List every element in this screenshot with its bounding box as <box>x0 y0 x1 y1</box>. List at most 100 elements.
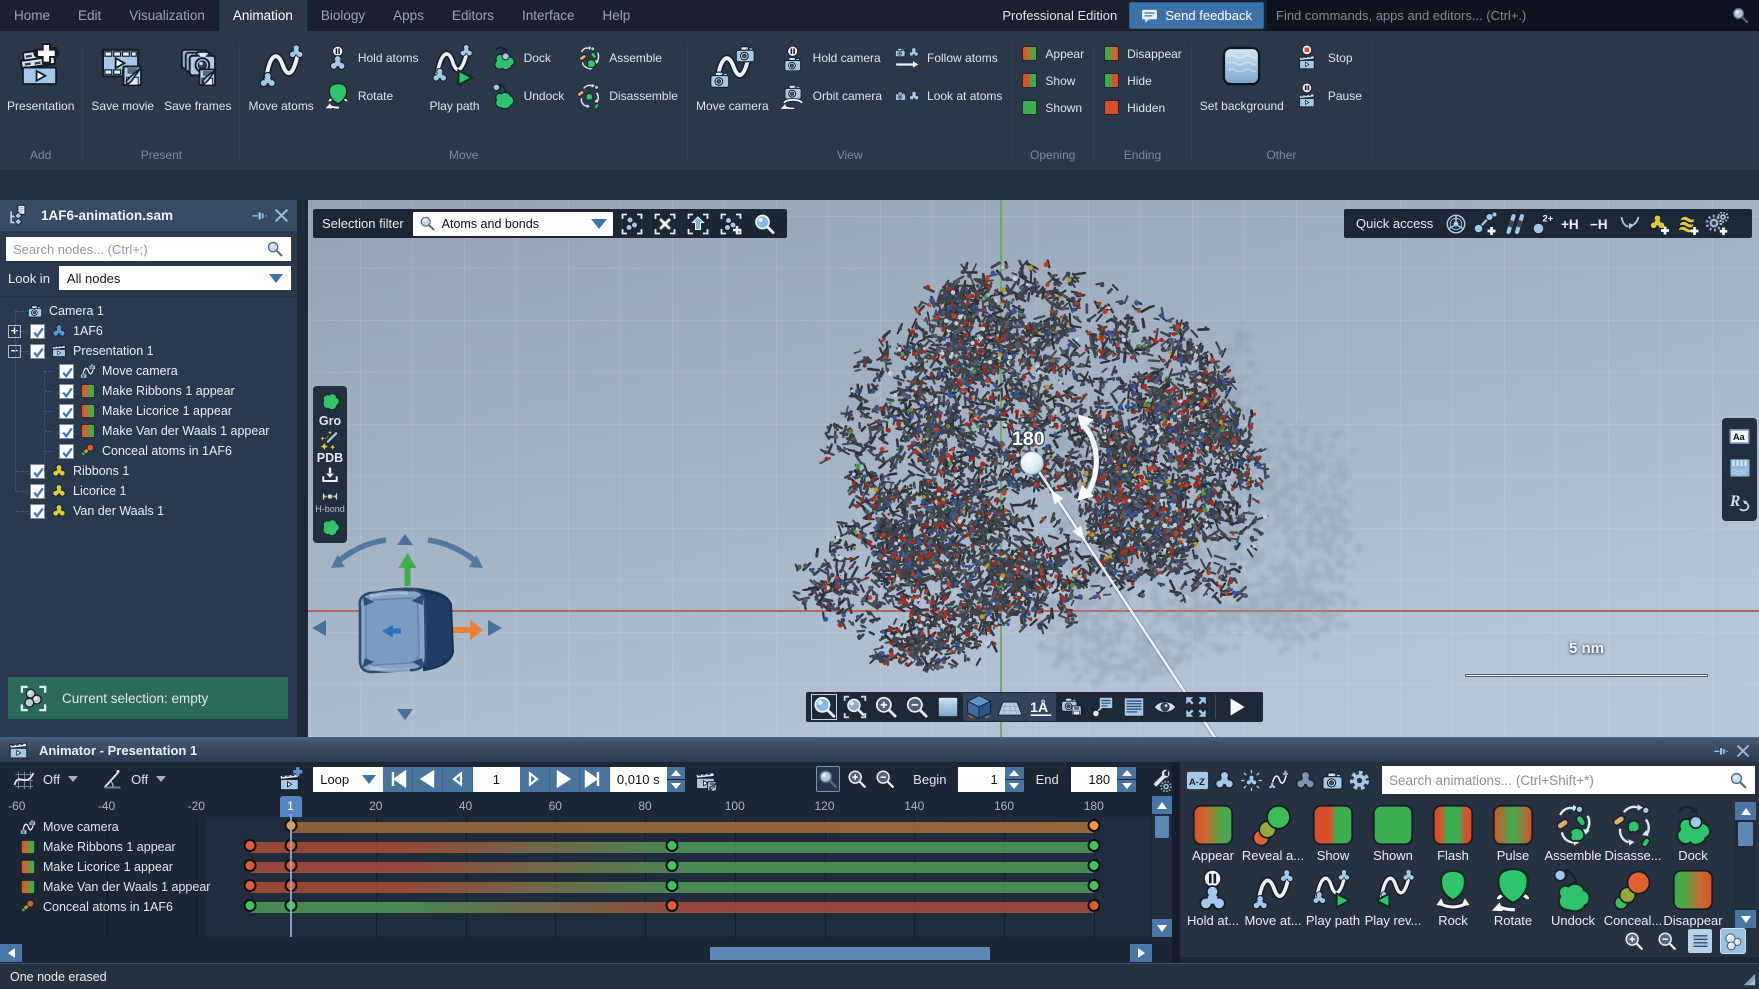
play-animation-button[interactable] <box>1220 693 1251 721</box>
effect-show[interactable]: Show <box>1303 803 1363 863</box>
parallel-bonds-button[interactable] <box>1500 210 1528 237</box>
visibility-button[interactable] <box>1149 693 1180 721</box>
timeline-hscrollbar[interactable] <box>0 943 1152 963</box>
deselect-button[interactable] <box>652 210 679 237</box>
ribbon-button-follow-atoms[interactable]: Follow atoms <box>894 45 1002 71</box>
add-selection-button[interactable] <box>718 210 745 237</box>
begin-spin-buttons[interactable] <box>1005 767 1024 792</box>
effect-rock[interactable]: Rock <box>1423 868 1483 928</box>
settings-gear-button[interactable] <box>1346 767 1372 793</box>
ribbon-button-presentation[interactable]: Presentation <box>2 41 79 115</box>
ribbon-button-assemble[interactable]: Assemble <box>576 45 678 71</box>
ribbon-button-stop[interactable]: Stop <box>1295 45 1362 71</box>
effect-appear[interactable]: Appear <box>1183 803 1243 863</box>
snap-angle-icon[interactable] <box>100 767 124 791</box>
node-search-input[interactable]: Search nodes... (Ctrl+;) <box>6 237 291 261</box>
frame-time-spinner[interactable]: 0,010 s <box>610 767 667 792</box>
timeline-track-make-ribbons-1-appear[interactable]: Make Ribbons 1 appear <box>0 837 176 857</box>
movie-settings-icon[interactable] <box>693 766 720 793</box>
timeline-track-make-licorice-1-appear[interactable]: Make Licorice 1 appear <box>0 857 173 877</box>
timeline-vscrollbar[interactable] <box>1152 796 1172 937</box>
effect-undock[interactable]: Undock <box>1543 868 1603 928</box>
send-feedback-button[interactable]: Send feedback <box>1129 2 1264 29</box>
tree-checkbox[interactable] <box>30 324 45 339</box>
ribbon-button-undock[interactable]: Undock <box>491 83 565 109</box>
effect-conceal[interactable]: Conceal... <box>1603 868 1663 928</box>
tree-checkbox[interactable] <box>59 424 74 439</box>
spin-down-button[interactable] <box>1117 780 1136 792</box>
effect-shown[interactable]: Shown <box>1363 803 1423 863</box>
add-hydrogens-button[interactable] <box>1558 210 1586 237</box>
blob-tool-icon[interactable] <box>319 517 342 539</box>
end-spin-buttons[interactable] <box>1117 767 1136 792</box>
ribbon-button-appear[interactable]: Appear <box>1021 43 1084 64</box>
az-sort-button[interactable] <box>1184 767 1210 793</box>
navigation-cube[interactable] <box>308 526 508 726</box>
orient-cube-button[interactable] <box>963 693 994 721</box>
effect-dock[interactable]: Dock <box>1663 803 1723 863</box>
background-gradient-button[interactable] <box>932 693 963 721</box>
scroll-left-button[interactable] <box>0 944 22 962</box>
vscroll-thumb[interactable] <box>1155 816 1169 838</box>
animator-splitter[interactable] <box>1172 762 1180 963</box>
snap-frames-icon[interactable] <box>12 767 36 791</box>
tree-node-van-der-waals-1[interactable]: Van der Waals 1 <box>0 501 297 521</box>
remove-hydrogens-button[interactable] <box>1587 210 1615 237</box>
pdb-label[interactable]: PDB <box>317 450 343 466</box>
ribbon-button-set-background[interactable]: Set background <box>1195 41 1289 115</box>
ribbon-button-hidden[interactable]: Hidden <box>1103 97 1182 118</box>
ribbon-button-pause[interactable]: Pause <box>1295 83 1362 109</box>
go-to-begin-button[interactable] <box>383 767 413 792</box>
snap-frames-value[interactable]: Off <box>43 772 60 787</box>
effect-pulse[interactable]: Pulse <box>1483 803 1543 863</box>
zoom-selection-button[interactable] <box>751 210 778 237</box>
spin-up-button[interactable] <box>667 767 686 779</box>
track-bar[interactable] <box>291 822 1094 833</box>
timeline-zoom-window-button[interactable] <box>816 766 840 792</box>
menu-tab-help[interactable]: Help <box>589 0 645 31</box>
scroll-right-button[interactable] <box>1130 944 1152 962</box>
list-view-button[interactable] <box>1688 929 1712 953</box>
fullscreen-button[interactable] <box>1180 693 1211 721</box>
keyframe-green[interactable] <box>244 899 257 912</box>
pin-icon[interactable] <box>251 207 268 224</box>
menu-tab-interface[interactable]: Interface <box>508 0 589 31</box>
tree-checkbox[interactable] <box>30 504 45 519</box>
scroll-up-button[interactable] <box>1735 802 1756 820</box>
effects-zoom-out-button[interactable] <box>1655 929 1679 953</box>
timeline-zoom-in-button[interactable] <box>845 766 868 792</box>
scroll-down-button[interactable] <box>1735 910 1756 928</box>
effects-vscrollbar[interactable] <box>1735 802 1756 928</box>
unit-angstrom-button[interactable] <box>1025 693 1056 721</box>
ribbon-button-look-at-atoms[interactable]: Look at atoms <box>894 83 1002 109</box>
blob-tool-icon[interactable] <box>319 391 342 413</box>
spin-up-button[interactable] <box>1117 767 1136 779</box>
scroll-up-button[interactable] <box>1152 796 1172 814</box>
trefoil-dark-button[interactable] <box>1292 767 1318 793</box>
close-icon[interactable] <box>1735 743 1751 759</box>
timeline[interactable]: -60-40-20120406080100120140160180 Move c… <box>0 796 1152 963</box>
keyframe-green[interactable] <box>1087 839 1100 852</box>
tree-node-1af6[interactable]: +1AF6 <box>0 321 297 341</box>
hbond-icon[interactable] <box>319 489 341 504</box>
keyframe-green[interactable] <box>665 839 678 852</box>
ribbon-button-disassemble[interactable]: Disassemble <box>576 83 678 109</box>
effects-zoom-in-button[interactable] <box>1622 929 1646 953</box>
flash-trefoil-button[interactable] <box>1238 767 1264 793</box>
select-up-button[interactable] <box>685 210 712 237</box>
ribbon-button-disappear[interactable]: Disappear <box>1103 43 1182 64</box>
effects-vscroll-thumb[interactable] <box>1738 822 1753 846</box>
tree-checkbox[interactable] <box>30 484 45 499</box>
timeline-track-conceal-atoms-in-1af6[interactable]: Conceal atoms in 1AF6 <box>0 897 173 917</box>
spin-down-button[interactable] <box>667 780 686 792</box>
timeline-track-make-van-der-waals-1-appear[interactable]: Make Van der Waals 1 appear <box>0 877 210 897</box>
step-forward-button[interactable] <box>520 767 550 792</box>
close-icon[interactable] <box>273 207 290 224</box>
zoom-out-button[interactable] <box>901 693 932 721</box>
ribbon-button-shown[interactable]: Shown <box>1021 97 1084 118</box>
go-to-end-button[interactable] <box>580 767 610 792</box>
current-frame-line[interactable] <box>290 814 292 937</box>
menu-tab-animation[interactable]: Animation <box>219 0 307 31</box>
zoom-in-button[interactable] <box>870 693 901 721</box>
tree-checkbox[interactable] <box>59 384 74 399</box>
